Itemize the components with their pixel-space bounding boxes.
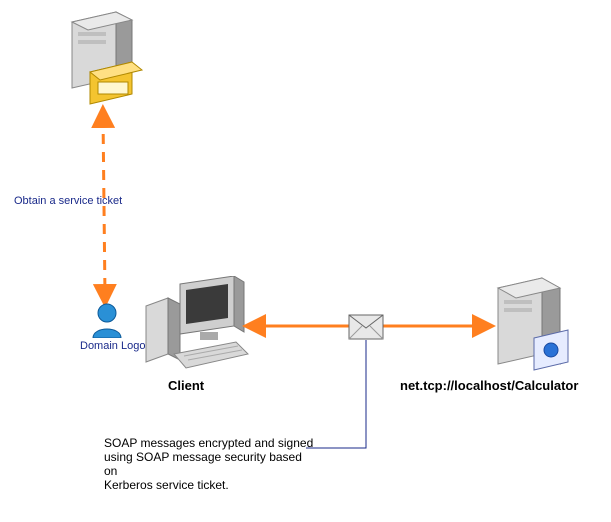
soap-note-line2: using SOAP message security based on xyxy=(104,450,314,478)
obtain-ticket-label: Obtain a service ticket xyxy=(14,195,122,207)
soap-message-envelope-icon xyxy=(348,314,384,340)
client-computer-icon xyxy=(140,276,250,376)
soap-note-line3: Kerberos service ticket. xyxy=(104,478,314,492)
calculator-service-server-icon xyxy=(488,274,578,374)
soap-note-line1: SOAP messages encrypted and signed xyxy=(104,436,314,450)
domain-controller-server-icon xyxy=(62,8,152,108)
service-url-label: net.tcp://localhost/Calculator xyxy=(400,378,611,393)
soap-note: SOAP messages encrypted and signed using… xyxy=(104,436,314,492)
client-label: Client xyxy=(168,378,204,393)
user-icon xyxy=(90,302,124,338)
